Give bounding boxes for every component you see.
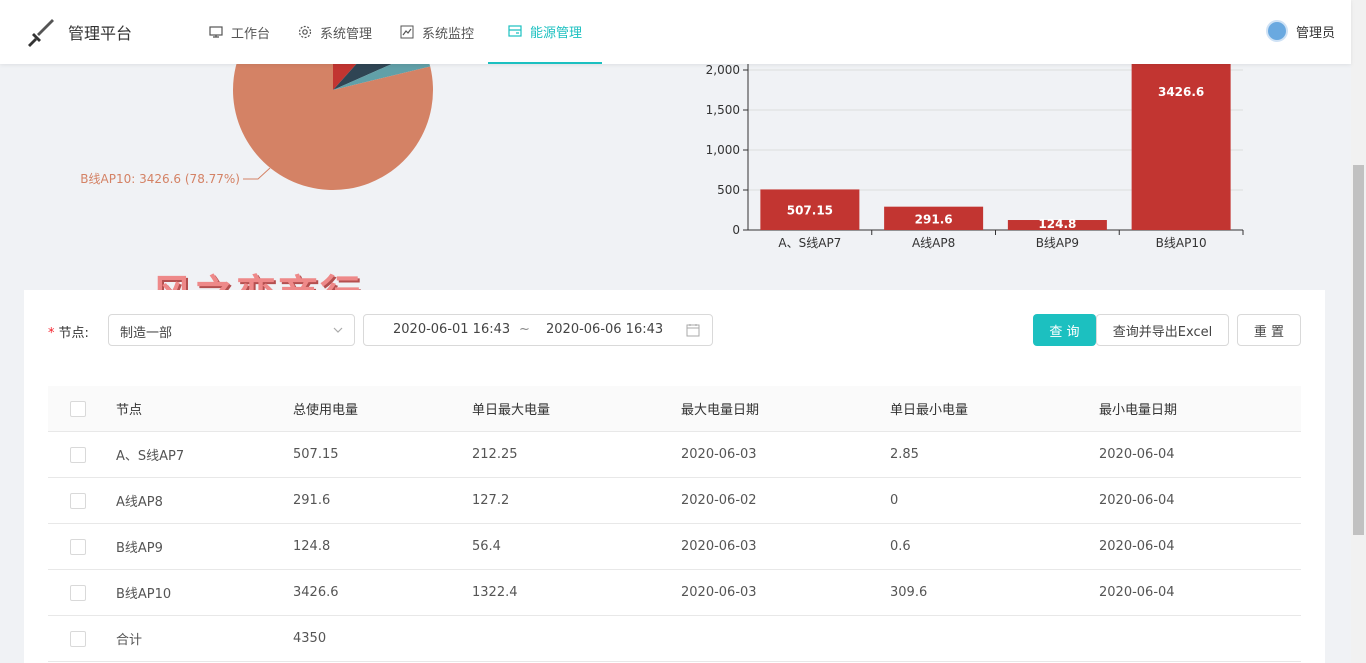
chevron-down-icon <box>333 327 343 333</box>
table-cell: 212.25 <box>472 447 518 462</box>
filter-bar: * 节点: 制造一部 2020-06-01 16:43 ~ 2020-06-06 … <box>24 314 1325 348</box>
node-label: * 节点: <box>48 322 89 341</box>
table-cell: B线AP10 <box>116 587 172 602</box>
nav-item-workbench[interactable]: 工作台 <box>195 0 284 64</box>
bar-value-label: 291.6 <box>915 212 953 226</box>
row-checkbox[interactable] <box>70 538 86 555</box>
x-tick-label: B线AP9 <box>1036 236 1079 250</box>
energy-table: 节点 总使用电量 单日最大电量 最大电量日期 单日最小电量 最小电量日期 A、S… <box>48 386 1301 662</box>
table-cell: 124.8 <box>293 539 331 554</box>
bar-value-label: 124.8 <box>1038 217 1076 231</box>
row-checkbox[interactable] <box>70 584 86 601</box>
query-panel: * 节点: 制造一部 2020-06-01 16:43 ~ 2020-06-06 … <box>24 290 1325 663</box>
y-tick-label: 1,000 <box>706 143 740 157</box>
table-cell: 0 <box>890 493 899 508</box>
y-tick-label: 2,000 <box>706 63 740 77</box>
table-cell: 56.4 <box>472 539 501 554</box>
table-cell: 合计 <box>116 633 143 648</box>
avatar <box>1265 20 1288 42</box>
node-select-value: 制造一部 <box>120 326 173 341</box>
table-cell: 4350 <box>293 631 327 646</box>
gear-icon <box>298 25 312 39</box>
table-cell: 2020-06-04 <box>1099 493 1175 508</box>
scrollbar-thumb[interactable] <box>1353 165 1364 535</box>
nav-item-energy-management[interactable]: 能源管理 <box>488 0 603 64</box>
table-cell: 1322.4 <box>472 585 518 600</box>
x-tick-label: A、S线AP7 <box>778 236 841 250</box>
top-navbar: 管理平台 工作台 系统管理 系统监控 能源管理 管理员 <box>0 0 1351 64</box>
table-cell: 0.6 <box>890 539 911 554</box>
date-start-input[interactable]: 2020-06-01 16:43 <box>393 322 510 337</box>
x-tick-label: B线AP10 <box>1156 236 1207 250</box>
brand[interactable]: 管理平台 <box>24 16 132 48</box>
table-cell: 507.15 <box>293 447 339 462</box>
nav-item-label: 系统监控 <box>422 26 475 42</box>
column-header: 节点 <box>116 403 143 418</box>
app-title: 管理平台 <box>68 24 133 43</box>
nav-item-label: 系统管理 <box>320 26 373 42</box>
export-excel-button[interactable]: 查询并导出Excel <box>1096 314 1229 346</box>
nav-item-system-management[interactable]: 系统管理 <box>284 0 386 64</box>
table-cell: 3426.6 <box>293 585 339 600</box>
date-separator: ~ <box>519 322 530 337</box>
table-cell: 2020-06-03 <box>681 585 757 600</box>
page-scrollbar[interactable] <box>1351 0 1366 663</box>
table-cell: B线AP9 <box>116 541 163 556</box>
nav-item-system-monitor[interactable]: 系统监控 <box>386 0 488 64</box>
column-header: 单日最小电量 <box>890 403 969 418</box>
y-tick-label: 500 <box>717 183 740 197</box>
table-row[interactable]: A、S线AP7 507.15 212.25 2020-06-03 2.85 2020-06… <box>48 432 1301 478</box>
nav-item-label: 工作台 <box>231 26 271 42</box>
main-nav: 工作台 系统管理 系统监控 能源管理 <box>195 0 603 64</box>
table-row[interactable]: A线AP8 291.6 127.2 2020-06-02 0 2020-06-04 <box>48 478 1301 524</box>
column-header: 最大电量日期 <box>681 403 760 418</box>
card-icon <box>508 25 522 37</box>
column-header: 总使用电量 <box>293 403 359 418</box>
table-cell: A线AP8 <box>116 495 163 510</box>
date-end-input[interactable]: 2020-06-06 16:43 <box>546 322 663 337</box>
column-header: 单日最大电量 <box>472 403 551 418</box>
y-tick-label: 0 <box>732 223 740 237</box>
nav-item-label: 能源管理 <box>530 25 583 41</box>
table-cell: 309.6 <box>890 585 928 600</box>
bar-value-label: 507.15 <box>787 204 833 218</box>
table-cell: A、S线AP7 <box>116 449 185 464</box>
pie-slice-label: B线AP10: 3426.6 (78.77%) <box>80 172 240 186</box>
calendar-icon <box>686 324 700 337</box>
table-row[interactable]: B线AP9 124.8 56.4 2020-06-03 0.6 2020-06-04 <box>48 524 1301 570</box>
node-label-text: 节点: <box>58 326 89 341</box>
table-row[interactable]: B线AP10 3426.6 1322.4 2020-06-03 309.6 2020-06… <box>48 570 1301 616</box>
table-cell: 2.85 <box>890 447 919 462</box>
table-cell: 2020-06-02 <box>681 493 757 508</box>
required-mark: * <box>48 326 55 341</box>
table-cell: 127.2 <box>472 493 510 508</box>
table-cell: 2020-06-04 <box>1099 539 1175 554</box>
table-cell: 2020-06-04 <box>1099 585 1175 600</box>
row-checkbox[interactable] <box>70 630 86 647</box>
sword-logo-icon <box>28 19 54 47</box>
bar-value-label: 3426.6 <box>1158 85 1204 99</box>
table-row[interactable]: 合计 4350 <box>48 616 1301 662</box>
row-checkbox[interactable] <box>70 492 86 509</box>
row-checkbox[interactable] <box>70 446 86 463</box>
user-menu[interactable]: 管理员 <box>1265 20 1335 42</box>
node-select[interactable]: 制造一部 <box>108 314 355 346</box>
reset-button[interactable]: 重 置 <box>1237 314 1301 346</box>
table-cell: 2020-06-03 <box>681 539 757 554</box>
query-button[interactable]: 查 询 <box>1033 314 1096 346</box>
table-cell: 2020-06-03 <box>681 447 757 462</box>
table-cell: 2020-06-04 <box>1099 447 1175 462</box>
table-cell: 291.6 <box>293 493 331 508</box>
select-all-checkbox[interactable] <box>70 400 86 417</box>
line-chart-icon <box>400 25 414 39</box>
y-tick-label: 1,500 <box>706 103 740 117</box>
table-header-row: 节点 总使用电量 单日最大电量 最大电量日期 单日最小电量 最小电量日期 <box>48 386 1301 432</box>
user-name: 管理员 <box>1295 25 1335 41</box>
monitor-icon <box>209 26 223 38</box>
column-header: 最小电量日期 <box>1099 403 1178 418</box>
date-range-picker[interactable]: 2020-06-01 16:43 ~ 2020-06-06 16:43 <box>363 314 713 346</box>
bar[interactable] <box>1131 58 1231 230</box>
x-tick-label: A线AP8 <box>912 236 955 250</box>
